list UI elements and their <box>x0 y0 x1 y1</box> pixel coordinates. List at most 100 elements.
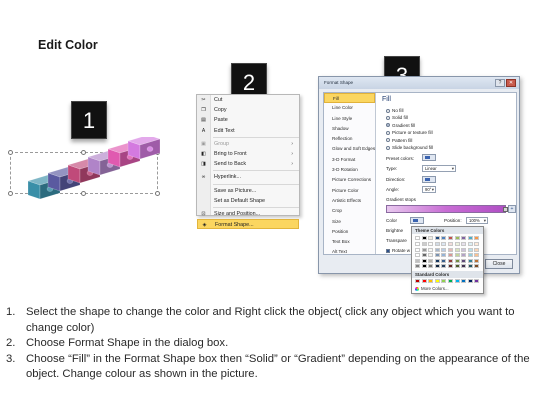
theme-color-swatch[interactable] <box>415 258 420 263</box>
theme-color-swatch[interactable] <box>434 253 440 258</box>
theme-color-swatch[interactable] <box>421 242 427 246</box>
standard-color-swatch[interactable] <box>454 279 460 283</box>
theme-color-swatch[interactable] <box>428 264 434 269</box>
theme-color-swatch[interactable] <box>461 258 467 263</box>
menu-item-copy[interactable]: ❐ Copy <box>197 105 299 115</box>
category-size[interactable]: Size <box>324 217 375 227</box>
theme-color-swatch[interactable] <box>421 236 427 240</box>
preset-colors-dropdown[interactable] <box>422 154 436 161</box>
rotate-with-shape-checkbox[interactable]: Rotate w <box>386 247 410 254</box>
category-reflection[interactable]: Reflection <box>324 134 375 144</box>
gradient-stops-bar[interactable] <box>386 205 508 213</box>
category-glow-and-soft-edges[interactable]: Glow and Soft Edges <box>324 144 375 154</box>
theme-color-swatch[interactable] <box>428 258 434 263</box>
menu-item-set-as-default-shape[interactable]: Set as Default Shape <box>197 196 299 206</box>
theme-color-swatch[interactable] <box>454 264 460 269</box>
standard-color-swatch[interactable] <box>421 279 427 283</box>
theme-color-swatch[interactable] <box>441 247 447 252</box>
theme-color-swatch[interactable] <box>467 253 473 258</box>
theme-color-swatch[interactable] <box>441 242 447 246</box>
menu-item-size-and-position[interactable]: ⊡ Size and Position... <box>197 209 299 219</box>
theme-color-swatch[interactable] <box>467 264 473 269</box>
theme-color-swatch[interactable] <box>454 247 460 252</box>
theme-color-swatch[interactable] <box>474 247 480 252</box>
help-button[interactable]: ? <box>495 79 505 87</box>
theme-color-swatch[interactable] <box>454 253 460 258</box>
fill-option-gradient-fill[interactable]: Gradient fill <box>386 122 415 129</box>
theme-color-swatch[interactable] <box>474 236 480 240</box>
category-artistic-effects[interactable]: Artistic Effects <box>324 196 375 206</box>
category-fill[interactable]: Fill <box>324 93 375 104</box>
fill-option-slide-background-fill[interactable]: Slide background fill <box>386 144 433 151</box>
theme-color-swatch[interactable] <box>428 236 434 240</box>
standard-color-swatch[interactable] <box>474 279 480 283</box>
theme-color-swatch[interactable] <box>461 264 467 269</box>
theme-color-swatch[interactable] <box>467 242 473 246</box>
theme-color-swatch[interactable] <box>474 253 480 258</box>
theme-color-swatch[interactable] <box>441 258 447 263</box>
fill-option-solid-fill[interactable]: Solid fill <box>386 114 408 121</box>
close-icon[interactable]: ✕ <box>506 79 516 87</box>
theme-color-swatch[interactable] <box>461 247 467 252</box>
theme-color-swatch[interactable] <box>467 247 473 252</box>
theme-color-swatch[interactable] <box>448 247 453 252</box>
standard-color-swatch[interactable] <box>434 279 440 283</box>
category-line-color[interactable]: Line Color <box>324 103 375 113</box>
menu-item-bring-to-front[interactable]: ◧ Bring to Front › <box>197 149 299 159</box>
menu-item-paste[interactable]: ▤ Paste <box>197 115 299 125</box>
theme-color-swatch[interactable] <box>415 242 420 246</box>
theme-color-swatch[interactable] <box>467 258 473 263</box>
theme-color-swatch[interactable] <box>461 253 467 258</box>
theme-color-swatch[interactable] <box>421 253 427 258</box>
standard-color-swatch[interactable] <box>415 279 420 283</box>
theme-color-swatch[interactable] <box>415 236 420 240</box>
fill-option-no-fill[interactable]: No fill <box>386 107 404 114</box>
standard-color-swatch[interactable] <box>428 279 434 283</box>
category-shadow[interactable]: Shadow <box>324 124 375 134</box>
theme-color-swatch[interactable] <box>448 258 453 263</box>
color-dropdown[interactable] <box>410 217 424 224</box>
theme-color-swatch[interactable] <box>434 236 440 240</box>
theme-color-swatch[interactable] <box>474 242 480 246</box>
theme-color-swatch[interactable] <box>434 258 440 263</box>
theme-color-swatch[interactable] <box>454 236 460 240</box>
standard-color-swatch[interactable] <box>461 279 467 283</box>
category-picture-corrections[interactable]: Picture Corrections <box>324 175 375 185</box>
standard-color-swatch[interactable] <box>441 279 447 283</box>
theme-color-swatch[interactable] <box>434 242 440 246</box>
direction-dropdown[interactable] <box>422 176 436 183</box>
theme-color-swatch[interactable] <box>474 258 480 263</box>
type-dropdown[interactable]: Linear <box>422 165 456 172</box>
theme-color-swatch[interactable] <box>448 264 453 269</box>
theme-color-swatch[interactable] <box>441 264 447 269</box>
theme-color-swatch[interactable] <box>454 242 460 246</box>
menu-item-hyperlink[interactable]: ∞ Hyperlink... <box>197 172 299 182</box>
theme-color-swatch[interactable] <box>421 247 427 252</box>
theme-color-swatch[interactable] <box>448 253 453 258</box>
menu-item-save-as-picture[interactable]: Save as Picture... <box>197 186 299 196</box>
theme-color-swatch[interactable] <box>461 242 467 246</box>
add-stop-button[interactable]: + <box>508 205 516 213</box>
category-3-d-format[interactable]: 3-D Format <box>324 155 375 165</box>
theme-color-swatch[interactable] <box>441 236 447 240</box>
theme-color-swatch[interactable] <box>415 264 420 269</box>
menu-item-cut[interactable]: ✂ Cut <box>197 95 299 105</box>
theme-color-swatch[interactable] <box>428 247 434 252</box>
close-button[interactable]: Close <box>485 259 513 269</box>
theme-color-swatch[interactable] <box>434 247 440 252</box>
position-input[interactable]: 100% <box>466 217 488 224</box>
theme-color-swatch[interactable] <box>434 264 440 269</box>
theme-color-swatch[interactable] <box>428 242 434 246</box>
puzzle-piece[interactable] <box>127 137 161 160</box>
theme-color-swatch[interactable] <box>428 253 434 258</box>
fill-option-pattern-fill[interactable]: Pattern fill <box>386 137 412 144</box>
category-picture-color[interactable]: Picture Color <box>324 186 375 196</box>
category-position[interactable]: Position <box>324 227 375 237</box>
category-3-d-rotation[interactable]: 3-D Rotation <box>324 165 375 175</box>
more-colors-option[interactable]: More Colors... <box>412 285 483 292</box>
puzzle-staircase[interactable] <box>10 137 175 202</box>
angle-input[interactable]: 90° <box>422 186 436 193</box>
category-crop[interactable]: Crop <box>324 206 375 216</box>
category-line-style[interactable]: Line Style <box>324 114 375 124</box>
theme-color-swatch[interactable] <box>461 236 467 240</box>
